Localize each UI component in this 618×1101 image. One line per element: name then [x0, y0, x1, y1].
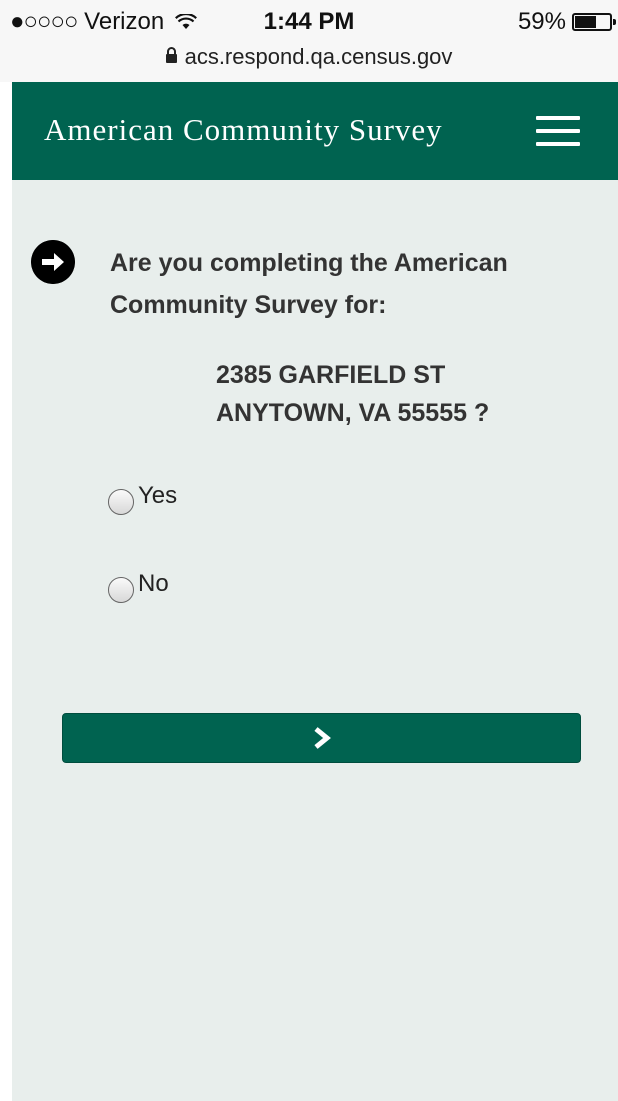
battery-icon: [572, 13, 616, 31]
no-label: No: [138, 570, 169, 597]
url-text: acs.respond.qa.census.gov: [184, 44, 453, 69]
status-bar: ●○○○○ Verizon 1:44 PM 59% acs.respond.qa…: [0, 0, 618, 82]
address-line-1: 2385 GARFIELD ST: [216, 361, 446, 389]
hamburger-menu-icon[interactable]: [536, 116, 580, 146]
address-line-2: ANYTOWN, VA 55555 ?: [216, 399, 490, 427]
chevron-right-icon: [313, 727, 331, 749]
app-title: American Community Survey: [44, 112, 443, 147]
no-radio[interactable]: [108, 577, 134, 603]
option-no[interactable]: No: [108, 570, 169, 604]
yes-radio[interactable]: [108, 489, 134, 515]
address-bar[interactable]: acs.respond.qa.census.gov: [0, 44, 618, 70]
address-block: 2385 GARFIELD ST ANYTOWN, VA 55555 ?: [216, 356, 489, 432]
site-header: American Community Survey: [12, 82, 618, 180]
question-text: Are you completing the American Communit…: [110, 249, 508, 319]
main-content: Are you completing the American Communit…: [12, 180, 618, 1101]
next-button[interactable]: [62, 713, 581, 763]
battery-group: 59%: [517, 8, 616, 36]
battery-percent: 59%: [517, 8, 566, 35]
arrow-right-circle-icon: [31, 240, 75, 284]
lock-icon: [165, 47, 177, 63]
yes-label: Yes: [138, 482, 178, 509]
option-yes[interactable]: Yes: [108, 482, 177, 516]
